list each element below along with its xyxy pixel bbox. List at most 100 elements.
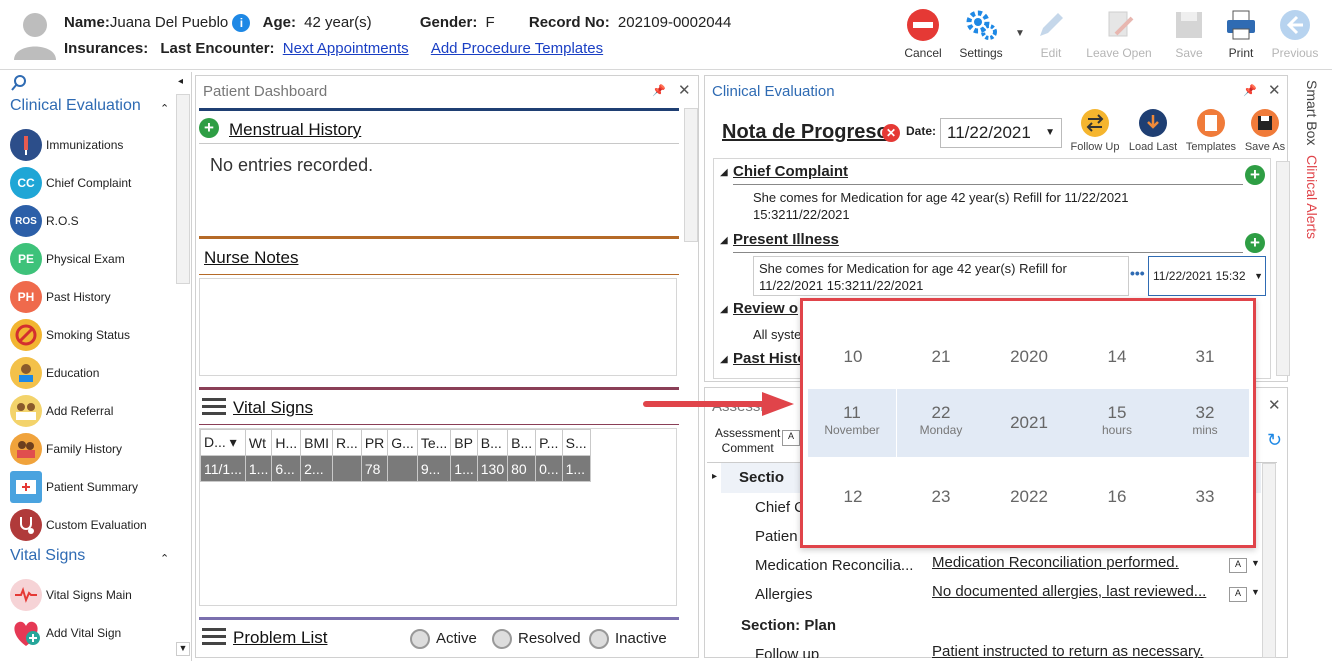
add-menstrual-icon[interactable]: + — [199, 118, 219, 138]
collapse-arrow-icon[interactable]: ◢ — [720, 304, 728, 315]
follow-up-button[interactable]: Follow Up — [1065, 108, 1125, 153]
sidebar-item-add-vital-sign[interactable]: Add Vital Sign — [10, 616, 121, 650]
expand-arrow-icon[interactable]: ▸ — [712, 471, 717, 482]
picker-selected-cell[interactable]: 15 hours — [1073, 389, 1161, 457]
close-icon[interactable]: ✕ — [1268, 81, 1281, 99]
text-format-icon[interactable]: A — [1229, 558, 1247, 573]
info-icon[interactable]: i — [232, 14, 251, 33]
print-button[interactable]: Print — [1210, 8, 1272, 66]
sidebar-item-custom-evaluation[interactable]: Custom Evaluation — [10, 508, 147, 542]
collapse-sidebar-icon[interactable]: ◂ — [178, 76, 183, 87]
sidebar-item-smoking-status[interactable]: Smoking Status — [10, 318, 130, 352]
table-cell[interactable]: 2... — [300, 455, 334, 482]
table-cell[interactable]: 0... — [535, 455, 563, 482]
picker-cell[interactable]: 16 — [1072, 487, 1162, 507]
picker-selected-cell[interactable]: 22 Monday — [897, 389, 985, 457]
day-column[interactable]: 21 22 Monday 23 — [896, 301, 986, 545]
note-date-picker[interactable]: 11/22/2021 ▼ — [940, 118, 1062, 148]
table-cell[interactable]: 9... — [416, 455, 452, 482]
column-header[interactable]: G... — [387, 429, 418, 456]
hamburger-menu-icon[interactable] — [202, 398, 226, 415]
previous-button[interactable]: Previous — [1264, 8, 1326, 66]
next-appointments-link[interactable]: Next Appointments — [283, 40, 409, 57]
close-icon[interactable]: ✕ — [678, 81, 691, 99]
present-illness-text[interactable]: She comes for Medication for age 42 year… — [753, 256, 1129, 296]
vital-signs-grid[interactable]: D... ▾ Wt H... BMI R... PR G... Te... BP B... B...… — [199, 428, 677, 606]
row-follow-up-value[interactable]: Patient instructed to return as necessar… — [932, 643, 1204, 658]
column-header[interactable]: D... ▾ — [200, 429, 246, 456]
load-last-button[interactable]: Load Last — [1125, 108, 1181, 153]
chief-complaint-text[interactable]: She comes for Medication for age 42 year… — [753, 189, 1173, 223]
column-header[interactable]: PR — [360, 429, 389, 456]
problem-list-title[interactable]: Problem List — [233, 628, 327, 648]
picker-cell[interactable]: 2022 — [984, 487, 1074, 507]
smart-box-tab[interactable]: Smart Box — [1298, 80, 1320, 150]
table-cell[interactable] — [332, 455, 362, 482]
radio-resolved[interactable]: Resolved — [492, 629, 581, 649]
scroll-down-icon[interactable]: ▼ — [176, 642, 190, 656]
collapse-arrow-icon[interactable]: ◢ — [720, 235, 728, 246]
review-of-systems-title[interactable]: Review o — [733, 300, 798, 317]
radio-active[interactable]: Active — [410, 629, 477, 649]
column-header[interactable]: S... — [561, 429, 591, 456]
search-icon[interactable] — [10, 74, 28, 92]
month-column[interactable]: 10 11 November 12 — [808, 301, 896, 545]
sidebar-item-vital-signs-main[interactable]: Vital Signs Main — [10, 578, 132, 612]
chief-complaint-title[interactable]: Chief Complaint — [733, 163, 848, 180]
picker-cell[interactable]: 31 — [1160, 347, 1250, 367]
sidebar-item-physical-exam[interactable]: PE Physical Exam — [10, 242, 125, 276]
chevron-down-icon[interactable]: ▼ — [1251, 587, 1260, 597]
column-header[interactable]: P... — [535, 429, 563, 456]
menstrual-history-title[interactable]: Menstrual History — [229, 120, 361, 140]
add-present-illness-icon[interactable]: + — [1245, 233, 1265, 253]
picker-selected-cell[interactable]: 2021 — [985, 389, 1073, 457]
edit-button[interactable]: Edit — [1020, 8, 1082, 66]
sidebar-section-clinical-evaluation[interactable]: Clinical Evaluation — [10, 97, 141, 115]
picker-cell[interactable]: 23 — [896, 487, 986, 507]
table-cell[interactable]: 78 — [360, 455, 389, 482]
sidebar-item-past-history[interactable]: PH Past History — [10, 280, 111, 314]
pin-icon[interactable]: 📌 — [1243, 84, 1257, 97]
chevron-down-icon[interactable]: ▼ — [1251, 558, 1260, 568]
row-chief-complaint[interactable]: Chief C — [755, 499, 805, 516]
minute-column[interactable]: 31 32 mins 33 — [1160, 301, 1250, 545]
scrollbar[interactable] — [1276, 161, 1290, 376]
save-as-button[interactable]: Save As — [1241, 108, 1289, 153]
text-format-icon[interactable]: A — [782, 430, 800, 446]
table-cell[interactable]: 1... — [561, 455, 591, 482]
column-header[interactable]: B... — [476, 429, 509, 456]
sidebar-scrollbar[interactable] — [176, 94, 190, 284]
table-cell[interactable] — [387, 455, 418, 482]
remove-note-icon[interactable]: ✕ — [882, 124, 900, 142]
column-header[interactable]: H... — [271, 429, 302, 456]
text-format-icon[interactable]: A — [1229, 587, 1247, 602]
hour-column[interactable]: 14 15 hours 16 — [1072, 301, 1162, 545]
scrollbar[interactable] — [1262, 463, 1276, 658]
nurse-notes-textarea[interactable] — [199, 278, 677, 376]
datetime-picker-popup[interactable]: 10 11 November 12 21 22 Monday 23 2020 2… — [800, 298, 1256, 548]
picker-cell[interactable]: 10 — [808, 347, 898, 367]
sidebar-item-ros[interactable]: ROS R.O.S — [10, 204, 79, 238]
sidebar-item-chief-complaint[interactable]: CC Chief Complaint — [10, 166, 131, 200]
table-cell[interactable]: 11/1... — [200, 455, 246, 482]
clinical-alerts-tab[interactable]: Clinical Alerts — [1298, 155, 1320, 255]
table-cell[interactable]: 1... — [244, 455, 273, 482]
picker-selected-cell[interactable]: 11 November — [808, 389, 896, 457]
more-options-icon[interactable]: ••• — [1130, 265, 1145, 281]
sidebar-item-family-history[interactable]: Family History — [10, 432, 122, 466]
close-icon[interactable]: ✕ — [1268, 396, 1281, 414]
past-history-title[interactable]: Past Histo — [733, 350, 806, 367]
column-header[interactable]: B... — [507, 429, 537, 456]
picker-cell[interactable]: 14 — [1072, 347, 1162, 367]
leave-open-button[interactable]: Leave Open — [1082, 8, 1156, 66]
column-header[interactable]: Te... — [416, 429, 452, 456]
row-allergies-value[interactable]: No documented allergies, last reviewed..… — [932, 583, 1206, 600]
row-medication-value[interactable]: Medication Reconciliation performed. — [932, 554, 1179, 571]
picker-cell[interactable]: 21 — [896, 347, 986, 367]
sidebar-item-patient-summary[interactable]: Patient Summary — [10, 470, 138, 504]
column-header[interactable]: BMI — [300, 429, 334, 456]
table-row[interactable]: 11/1... 1... 6... 2... 78 9... 1... 130 80 0... 1.… — [200, 455, 591, 482]
vital-signs-title[interactable]: Vital Signs — [233, 398, 313, 418]
hamburger-menu-icon[interactable] — [202, 628, 226, 645]
collapse-arrow-icon[interactable]: ◢ — [720, 354, 728, 365]
